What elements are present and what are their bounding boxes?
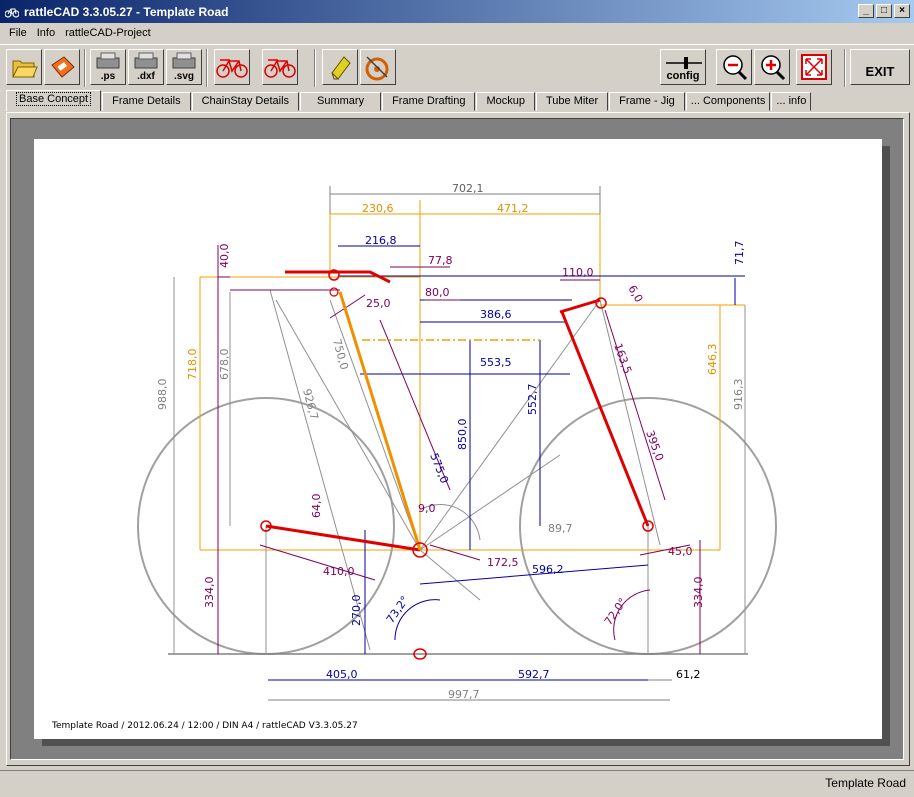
menu-project[interactable]: rattleCAD-Project bbox=[60, 27, 156, 39]
printer-icon bbox=[96, 52, 120, 69]
dim-text: 45,0 bbox=[668, 545, 693, 558]
zoom-in-icon bbox=[761, 55, 786, 81]
export-ps-button[interactable]: .ps bbox=[90, 49, 126, 85]
status-text: Template Road bbox=[825, 776, 906, 790]
dim-text: 25,0 bbox=[366, 297, 391, 310]
open-button[interactable] bbox=[6, 49, 42, 85]
dim-text: 334,0 bbox=[203, 577, 216, 609]
dim-text: 80,0 bbox=[425, 286, 450, 299]
bicycle-icon bbox=[264, 59, 296, 78]
printer-icon bbox=[172, 52, 196, 69]
tab-components[interactable]: ... Components bbox=[685, 92, 771, 111]
dim-text: 916,3 bbox=[732, 379, 745, 411]
minimize-button[interactable]: _ bbox=[858, 4, 874, 18]
save-button[interactable] bbox=[44, 49, 80, 85]
tab-info[interactable]: ... info bbox=[771, 92, 812, 111]
render-button[interactable] bbox=[360, 49, 396, 85]
tab-frame-details[interactable]: Frame Details bbox=[102, 92, 191, 111]
config-button[interactable]: config bbox=[660, 49, 706, 85]
dim-text: 73,2° bbox=[384, 594, 412, 626]
tab-tube-miter[interactable]: Tube Miter bbox=[535, 92, 609, 111]
window-title: rattleCAD 3.3.05.27 - Template Road bbox=[24, 4, 229, 19]
dim-text: 89,7 bbox=[548, 522, 573, 535]
dim-text: 575,0 bbox=[427, 451, 451, 485]
tab-frame-jig[interactable]: Frame - Jig bbox=[609, 92, 685, 111]
dim-text: 77,8 bbox=[428, 254, 453, 267]
dim-text: 596,2 bbox=[532, 563, 564, 576]
zoom-out-icon bbox=[723, 55, 748, 81]
dim-text: 410,0 bbox=[323, 565, 355, 578]
dim-text: 552,7 bbox=[526, 384, 539, 416]
save-icon bbox=[51, 56, 75, 78]
title-bar: rattleCAD 3.3.05.27 - Template Road _ □ … bbox=[0, 0, 914, 23]
export-svg-button[interactable]: .svg bbox=[166, 49, 202, 85]
slider-icon bbox=[666, 57, 702, 69]
dim-text: 110,0 bbox=[562, 266, 594, 279]
dim-text: 471,2 bbox=[497, 202, 529, 215]
dim-text: 702,1 bbox=[452, 182, 484, 195]
dim-text: 71,7 bbox=[733, 241, 746, 266]
dim-text: 850,0 bbox=[456, 419, 469, 451]
dim-text: 646,3 bbox=[706, 344, 719, 376]
dim-text: 678,0 bbox=[218, 349, 231, 381]
bike-view-1-button[interactable] bbox=[214, 49, 250, 85]
chainstay bbox=[265, 524, 421, 552]
dim-text: 6,0 bbox=[625, 283, 645, 305]
maximize-button[interactable]: □ bbox=[876, 4, 892, 18]
dim-text: 216,8 bbox=[365, 234, 397, 247]
eraser-icon bbox=[331, 56, 351, 80]
dim-text: 553,5 bbox=[480, 356, 512, 369]
tab-summary[interactable]: Summary bbox=[300, 92, 382, 111]
dim-text: 64,0 bbox=[310, 494, 323, 519]
fit-screen-icon bbox=[801, 54, 827, 80]
dim-text: 334,0 bbox=[692, 577, 705, 609]
toolbar: .ps .dxf .svg config EXIT bbox=[0, 44, 914, 90]
dim-text: 172,5 bbox=[487, 556, 519, 569]
dim-text: 592,7 bbox=[518, 668, 550, 681]
clear-button[interactable] bbox=[322, 49, 358, 85]
status-bar: Template Road bbox=[0, 770, 914, 797]
tab-mockup[interactable]: Mockup bbox=[476, 92, 535, 111]
tab-base-concept[interactable]: Base Concept bbox=[6, 90, 102, 111]
dim-text: 997,7 bbox=[448, 688, 480, 701]
dim-text: 72,0° bbox=[602, 596, 630, 628]
fit-view-button[interactable] bbox=[796, 49, 832, 85]
exit-button[interactable]: EXIT bbox=[850, 49, 910, 85]
close-button[interactable]: × bbox=[894, 4, 910, 18]
menu-file[interactable]: File bbox=[4, 27, 32, 39]
zoom-in-button[interactable] bbox=[754, 49, 790, 85]
dim-text: 988,0 bbox=[156, 379, 169, 411]
seat-tube bbox=[338, 291, 422, 551]
dim-text: 270,0 bbox=[350, 595, 363, 627]
menu-info[interactable]: Info bbox=[32, 27, 60, 39]
dim-text: 750,0 bbox=[330, 337, 351, 371]
dim-text: 61,2 bbox=[676, 668, 701, 681]
dim-text: 395,0 bbox=[643, 429, 666, 463]
tab-chainstay-details[interactable]: ChainStay Details bbox=[191, 92, 300, 111]
dim-text: 40,0 bbox=[218, 244, 231, 269]
folder-open-icon bbox=[12, 60, 38, 78]
dim-text: 386,6 bbox=[480, 308, 512, 321]
dim-text: 230,6 bbox=[362, 202, 394, 215]
printer-icon bbox=[134, 52, 158, 69]
bike-geometry-drawing: 702,1 230,6 471,2 216,8 77,8 40,0 71,7 1… bbox=[51, 182, 777, 731]
wheel-icon bbox=[365, 56, 389, 81]
dim-text: 718,0 bbox=[186, 349, 199, 381]
zoom-out-button[interactable] bbox=[716, 49, 752, 85]
tab-frame-drafting[interactable]: Frame Drafting bbox=[382, 92, 476, 111]
bike-view-2-button[interactable] bbox=[262, 49, 298, 85]
menu-bar: File Info rattleCAD-Project bbox=[0, 23, 914, 42]
tab-bar: Base Concept Frame Details ChainStay Det… bbox=[6, 90, 812, 112]
fork-blade bbox=[560, 311, 650, 527]
dim-text: 405,0 bbox=[326, 668, 358, 681]
sheet-footer: Template Road / 2012.06.24 / 12:00 / DIN… bbox=[51, 721, 358, 731]
export-dxf-button[interactable]: .dxf bbox=[128, 49, 164, 85]
dim-text: 9,0 bbox=[418, 502, 436, 515]
bicycle-icon bbox=[216, 59, 248, 78]
app-icon bbox=[4, 4, 20, 20]
drawing-sheet[interactable]: 702,1 230,6 471,2 216,8 77,8 40,0 71,7 1… bbox=[34, 139, 882, 739]
